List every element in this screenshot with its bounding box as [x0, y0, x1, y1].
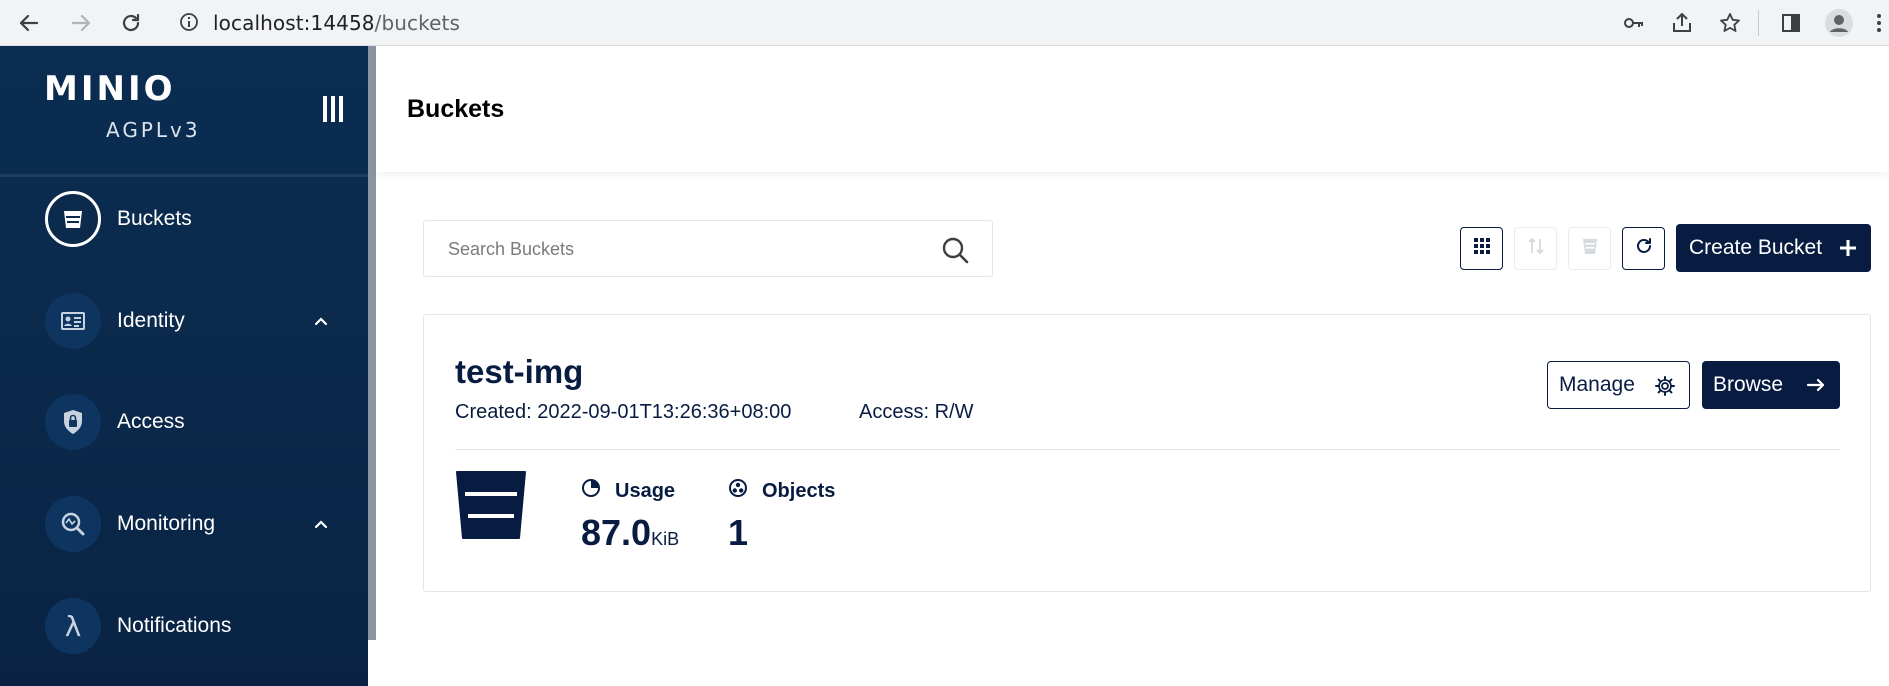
bucket-card: test-img Created: 2022-09-01T13:26:36+08…: [423, 314, 1871, 592]
minio-logo: MINIO AGPLv3: [44, 72, 204, 142]
bucket-access: Access: R/W: [859, 401, 974, 423]
browse-button[interactable]: Browse: [1702, 361, 1840, 409]
sidebar: MINIO AGPLv3 Buckets Identity Access Mon…: [0, 46, 368, 686]
browse-label: Browse: [1713, 373, 1784, 396]
bucket-created: Created: 2022-09-01T13:26:36+08:00: [455, 401, 792, 423]
sidebar-item-label: Access: [117, 410, 185, 433]
objects-value: 1: [728, 512, 749, 553]
profile-avatar-icon[interactable]: [1822, 6, 1856, 40]
forward-icon[interactable]: [64, 6, 98, 40]
bucket-name[interactable]: test-img: [455, 353, 583, 391]
search-bar[interactable]: [423, 220, 993, 277]
card-divider: [455, 449, 1840, 450]
url-text: localhost:14458/buckets: [213, 11, 460, 35]
grid-icon: [1473, 237, 1491, 260]
delete-buckets-button[interactable]: [1568, 227, 1611, 270]
plus-icon: [1837, 237, 1859, 259]
sidebar-item-label: Buckets: [117, 207, 192, 230]
page-title: Buckets: [407, 95, 505, 123]
main-content: Buckets Create Bucket: [376, 46, 1889, 686]
manage-label: Manage: [1559, 373, 1635, 396]
objects-stat: Objects 1: [728, 478, 835, 554]
usage-unit: KiB: [651, 529, 680, 549]
objects-label-row: Objects: [728, 478, 835, 504]
usage-value: 87.0: [581, 512, 652, 553]
create-bucket-button[interactable]: Create Bucket: [1676, 224, 1871, 272]
usage-value-row: 87.0KiB: [581, 512, 679, 554]
sidebar-item-label: Identity: [117, 309, 185, 332]
address-bar[interactable]: localhost:14458/buckets: [165, 2, 1760, 42]
url-host: localhost:14458: [213, 11, 375, 35]
refresh-icon: [1634, 236, 1654, 261]
manage-button[interactable]: Manage: [1547, 361, 1690, 409]
side-panel-icon[interactable]: [1774, 6, 1808, 40]
toolbar-divider: [1758, 10, 1759, 36]
bucket-icon: [45, 191, 101, 247]
bucket-delete-icon: [1580, 236, 1600, 261]
browser-toolbar: localhost:14458/buckets: [0, 0, 1889, 46]
gear-icon: [1654, 375, 1676, 397]
sidebar-item-label: Notifications: [117, 614, 232, 637]
sidebar-item-buckets[interactable]: Buckets: [0, 182, 368, 256]
lambda-icon: λ: [45, 598, 101, 654]
usage-label: Usage: [615, 479, 676, 502]
sidebar-collapse-button[interactable]: [318, 94, 348, 124]
reload-icon[interactable]: [114, 6, 148, 40]
site-info-icon[interactable]: [179, 12, 199, 37]
sidebar-item-monitoring[interactable]: Monitoring: [0, 487, 368, 561]
sidebar-item-label: Monitoring: [117, 512, 216, 535]
grid-view-button[interactable]: [1460, 227, 1503, 270]
refresh-button[interactable]: [1622, 227, 1665, 270]
objects-icon: [728, 478, 755, 504]
back-icon[interactable]: [12, 6, 46, 40]
share-icon[interactable]: [1665, 6, 1699, 40]
objects-label: Objects: [762, 479, 836, 502]
lock-shield-icon: [45, 394, 101, 450]
create-bucket-label: Create Bucket: [1689, 236, 1823, 259]
brand-name: MINIO: [44, 69, 176, 109]
sidebar-divider: [0, 174, 368, 177]
id-card-icon: [45, 293, 101, 349]
bucket-icon: [455, 470, 527, 542]
usage-label-row: Usage: [581, 478, 679, 504]
sidebar-scrollbar-track: [368, 640, 376, 686]
usage-stat: Usage 87.0KiB: [581, 478, 679, 554]
chevron-up-icon[interactable]: [313, 313, 329, 329]
page-header: Buckets: [376, 46, 1889, 172]
search-icon[interactable]: [940, 235, 970, 265]
replication-icon: [1526, 236, 1546, 261]
pie-chart-icon: [581, 478, 608, 504]
replication-button[interactable]: [1514, 227, 1557, 270]
sidebar-item-notifications[interactable]: λ Notifications: [0, 589, 368, 663]
sidebar-item-access[interactable]: Access: [0, 385, 368, 459]
arrow-right-icon: [1805, 374, 1827, 396]
key-icon[interactable]: [1617, 6, 1651, 40]
bookmark-star-icon[interactable]: [1713, 6, 1747, 40]
search-input[interactable]: [448, 237, 928, 261]
license-label: AGPLv3: [106, 118, 201, 142]
browser-menu-icon[interactable]: [1868, 6, 1889, 40]
sidebar-scrollbar[interactable]: [368, 46, 376, 640]
url-path: /buckets: [374, 11, 460, 35]
chevron-up-icon[interactable]: [313, 516, 329, 532]
monitor-search-icon: [45, 496, 101, 552]
sidebar-item-identity[interactable]: Identity: [0, 284, 368, 358]
